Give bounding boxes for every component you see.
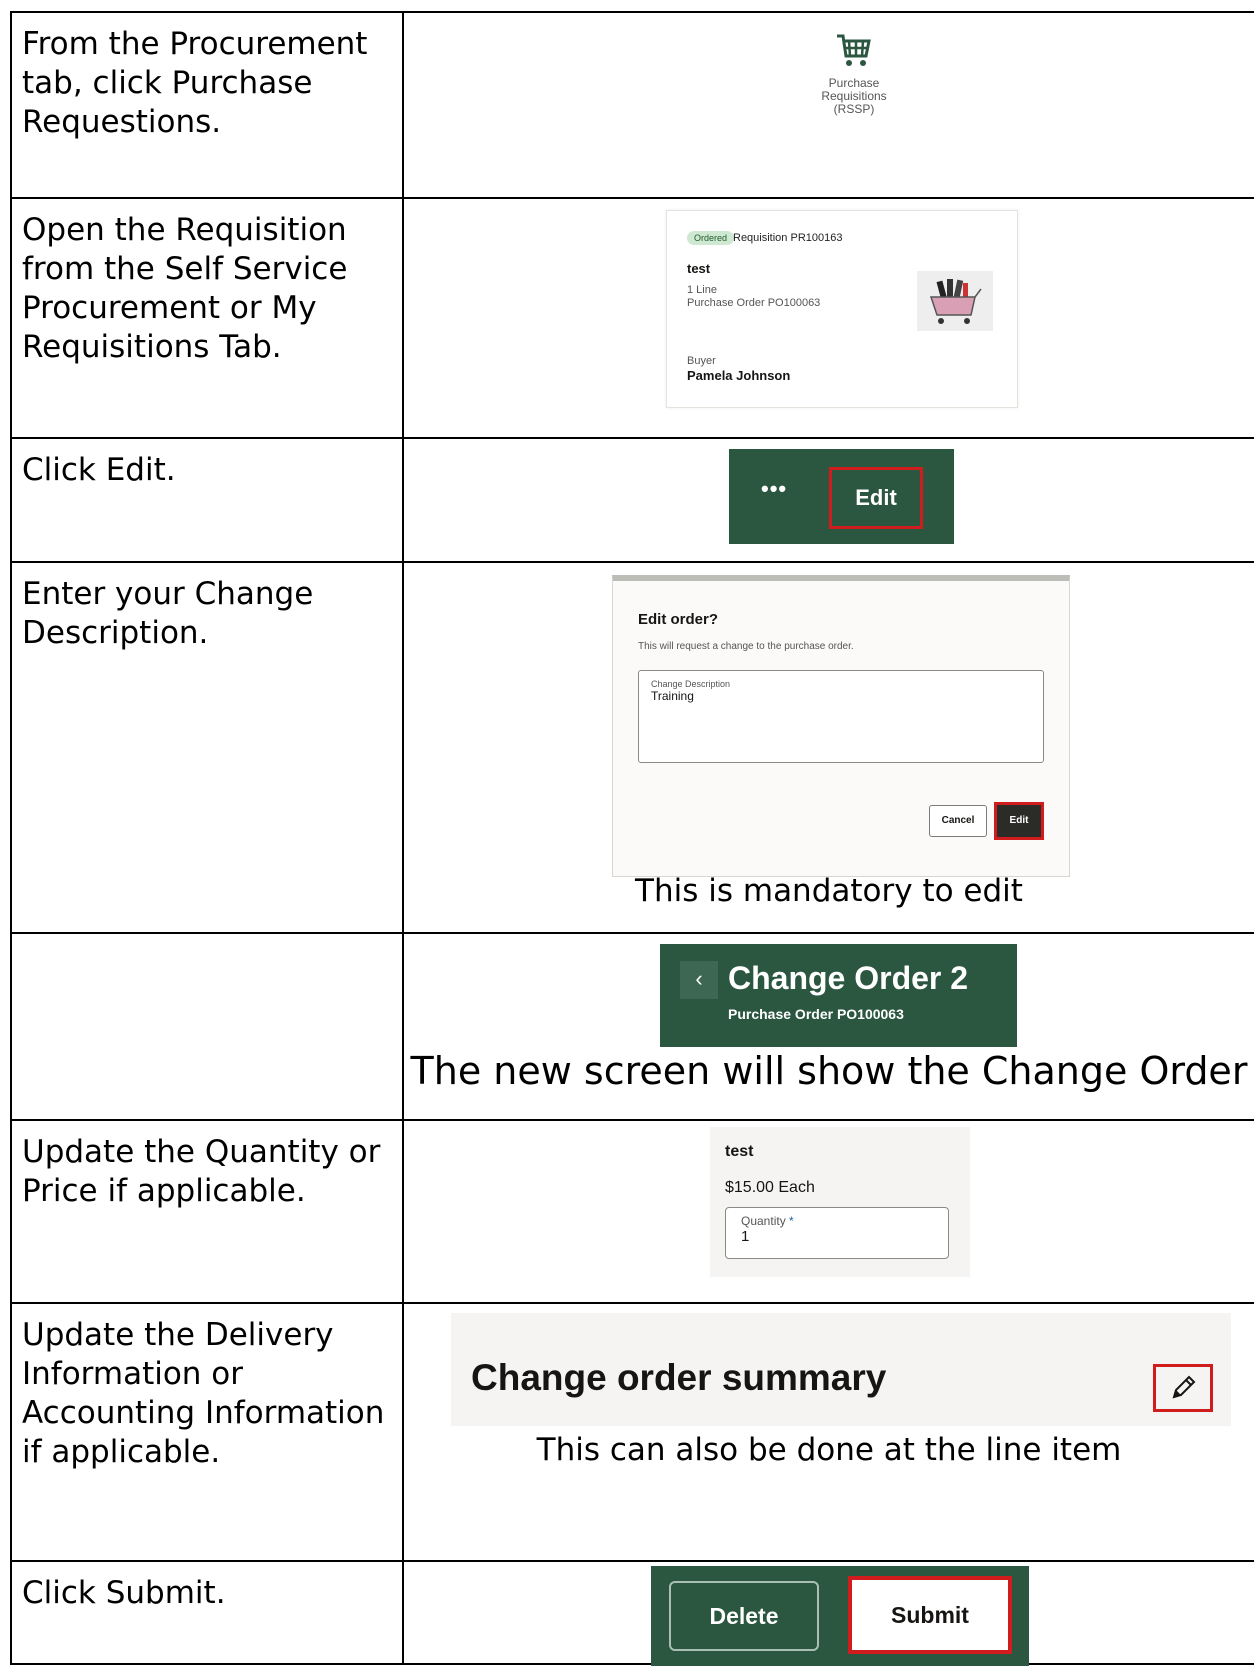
- step-instruction: Enter your Change Description.: [10, 561, 404, 934]
- step-row: From the Procurement tab, click Purchase…: [10, 11, 1254, 199]
- step-screenshot: Purchase Requisitions (RSSP): [402, 11, 1254, 199]
- shopping-cart-icon: [834, 34, 874, 73]
- required-mark: *: [789, 1214, 794, 1228]
- step-instruction: Update the Quantity or Price if applicab…: [10, 1119, 404, 1304]
- cancel-button[interactable]: Cancel: [929, 805, 987, 837]
- requisition-card[interactable]: Ordered Requisition PR100163 test 1 Line…: [666, 210, 1018, 408]
- delete-button[interactable]: Delete: [669, 1581, 819, 1651]
- line-item-card: test $15.00 Each Quantity * 1: [710, 1127, 970, 1277]
- step-instruction: Update the Delivery Information or Accou…: [10, 1302, 404, 1562]
- step-row: Click Edit. ••• Edit: [10, 437, 1254, 563]
- step-instruction: Open the Requisition from the Self Servi…: [10, 197, 404, 439]
- summary-title: Change order summary: [471, 1357, 887, 1398]
- step-caption: This can also be done at the line item: [536, 1432, 1122, 1468]
- step-screenshot: ••• Edit: [402, 437, 1254, 563]
- page-title: Change Order 2: [728, 960, 969, 996]
- quantity-field[interactable]: Quantity * 1: [725, 1207, 949, 1259]
- step-instruction: Click Edit.: [10, 437, 404, 563]
- field-label-text: Quantity: [741, 1214, 786, 1228]
- instructions-table: From the Procurement tab, click Purchase…: [10, 11, 1254, 1666]
- edit-button[interactable]: Edit: [829, 467, 923, 529]
- step-row: ‹ Change Order 2 Purchase Order PO100063…: [10, 932, 1254, 1121]
- submit-button[interactable]: Submit: [848, 1576, 1012, 1654]
- step-screenshot: Delete Submit: [402, 1560, 1254, 1666]
- field-label: Change Description: [651, 679, 731, 689]
- step-screenshot: Change order summary This can also be do…: [402, 1302, 1254, 1562]
- change-order-summary: Change order summary: [451, 1313, 1231, 1426]
- step-screenshot: Ordered Requisition PR100163 test 1 Line…: [402, 197, 1254, 439]
- dialog-edit-button[interactable]: Edit: [994, 802, 1044, 840]
- submit-action-bar: Delete Submit: [651, 1566, 1029, 1666]
- page-subtitle: Purchase Order PO100063: [728, 1006, 904, 1022]
- dialog-subtitle: This will request a change to the purcha…: [638, 641, 854, 652]
- step-row: Click Submit. Delete Submit: [10, 1560, 1254, 1666]
- line-item-price: $15.00 Each: [725, 1179, 815, 1196]
- dialog-title: Edit order?: [638, 611, 719, 628]
- step-screenshot: ‹ Change Order 2 Purchase Order PO100063…: [402, 932, 1254, 1121]
- step-caption: The new screen will show the Change Orde…: [410, 1049, 1248, 1093]
- line-item-title: test: [725, 1143, 754, 1160]
- step-instruction: Click Submit.: [10, 1560, 404, 1665]
- requisition-details: 1 Line Purchase Order PO100063: [687, 284, 820, 310]
- more-actions-button[interactable]: •••: [761, 476, 787, 502]
- buyer-name: Pamela Johnson: [687, 368, 791, 383]
- step-row: Update the Delivery Information or Accou…: [10, 1302, 1254, 1562]
- back-button[interactable]: ‹: [680, 961, 718, 999]
- step-instruction: [10, 932, 404, 1121]
- tile-label-line: (RSSP): [833, 102, 875, 116]
- edit-summary-button[interactable]: [1153, 1364, 1213, 1412]
- action-bar: ••• Edit: [729, 449, 954, 544]
- purchase-requisitions-tile[interactable]: Purchase Requisitions (RSSP): [804, 31, 904, 116]
- step-caption: This is mandatory to edit: [635, 873, 1023, 909]
- requisition-number: Requisition PR100163: [733, 232, 843, 244]
- step-row: Open the Requisition from the Self Servi…: [10, 197, 1254, 439]
- step-instruction: From the Procurement tab, click Purchase…: [10, 11, 404, 199]
- requisition-title: test: [687, 261, 711, 276]
- tile-label: Purchase Requisitions (RSSP): [804, 77, 904, 116]
- field-label: Quantity *: [741, 1214, 794, 1228]
- shopping-cart-thumbnail: [917, 271, 993, 331]
- status-badge: Ordered: [687, 231, 735, 245]
- purchase-order-number: Purchase Order PO100063: [687, 297, 821, 309]
- buyer-label: Buyer: [687, 355, 716, 367]
- field-value: Training: [651, 689, 694, 703]
- step-row: Enter your Change Description. Edit orde…: [10, 561, 1254, 934]
- step-screenshot: Edit order? This will request a change t…: [402, 561, 1254, 934]
- step-screenshot: test $15.00 Each Quantity * 1: [402, 1119, 1254, 1304]
- field-value: 1: [741, 1228, 750, 1245]
- change-description-field[interactable]: Change Description Training: [638, 670, 1044, 763]
- line-count: 1 Line: [687, 284, 717, 296]
- change-order-header: ‹ Change Order 2 Purchase Order PO100063: [660, 944, 1017, 1047]
- edit-order-dialog: Edit order? This will request a change t…: [612, 575, 1070, 877]
- step-row: Update the Quantity or Price if applicab…: [10, 1119, 1254, 1304]
